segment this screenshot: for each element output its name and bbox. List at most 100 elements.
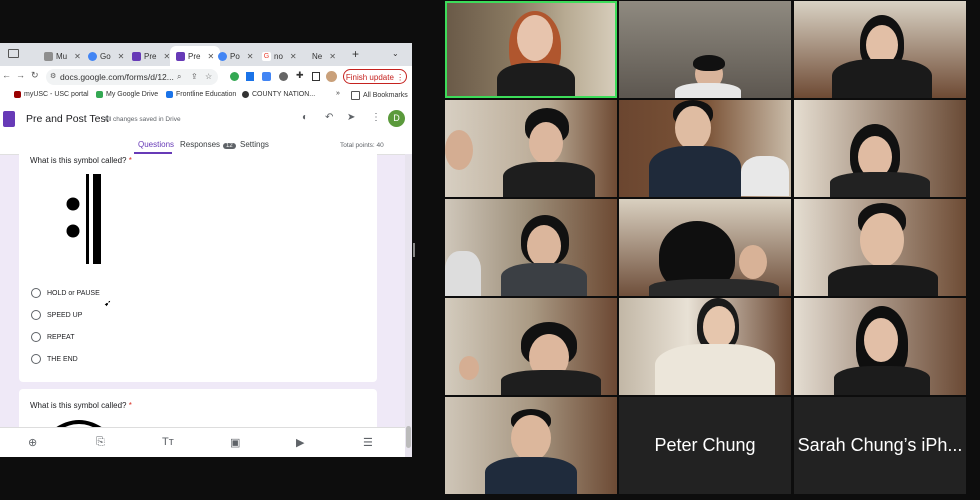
close-icon[interactable]: ✕ — [290, 52, 297, 61]
browser-tab-4-active[interactable]: Pre ✕ — [170, 46, 221, 66]
question-title[interactable]: What is this symbol called? * — [30, 401, 132, 410]
video-tile-student[interactable] — [445, 397, 617, 494]
reload-icon[interactable]: ↻ — [31, 70, 39, 81]
address-bar[interactable]: ⚙ docs.google.com/forms/d/12... ⌕ ⇪ ☆ — [46, 69, 218, 85]
video-tile-student[interactable] — [445, 100, 617, 197]
participant-name: Sarah Chung’s iPh... — [797, 435, 963, 455]
video-tile-student[interactable] — [794, 1, 966, 98]
bookmark-label: myUSC - USC portal — [24, 91, 89, 98]
bookmark-frontline[interactable]: Frontline Education — [166, 91, 236, 98]
extension-icon[interactable] — [246, 72, 254, 81]
sidebar-icon[interactable] — [312, 72, 320, 81]
search-icon[interactable]: ⌕ — [177, 69, 181, 85]
tab-label: Po — [230, 51, 240, 61]
add-title-icon[interactable]: Tт — [162, 436, 174, 448]
undo-icon[interactable]: ↶ — [325, 112, 333, 123]
google-forms-icon[interactable] — [3, 111, 15, 127]
video-tile-student[interactable] — [445, 199, 617, 296]
form-title[interactable]: Pre and Post Test — [26, 113, 109, 125]
close-icon[interactable]: ✕ — [247, 52, 254, 61]
bookmarks-more[interactable]: » — [336, 90, 340, 97]
split-divider-handle[interactable] — [413, 243, 415, 257]
video-tile-student[interactable] — [794, 298, 966, 395]
browser-tab-3[interactable]: Pre ✕ — [132, 46, 170, 66]
browser-tab-1[interactable]: Mu ✕ — [44, 46, 81, 66]
video-tile-sarah-chung[interactable]: Sarah Chung’s iPh... — [794, 397, 966, 494]
bookmark-county[interactable]: COUNTY NATION... — [242, 91, 315, 98]
browser-tab-7[interactable]: Ne ✕ — [312, 46, 336, 66]
back-icon[interactable]: ← — [2, 70, 11, 80]
video-tile-student[interactable] — [619, 298, 791, 395]
share-icon[interactable]: ⇪ — [191, 69, 198, 85]
bookmark-google-drive[interactable]: My Google Drive — [96, 91, 158, 98]
radio-button[interactable] — [31, 332, 41, 342]
extension-icon[interactable] — [262, 72, 271, 81]
all-bookmarks[interactable]: All Bookmarks — [351, 91, 408, 100]
tab-label: Pre — [188, 51, 201, 61]
shared-screen: Mu ✕ Go ✕ Pre ✕ Pre ✕ Po ✕ Gno ✕ Ne ✕ + ⌄ ← → ↻… — [0, 43, 412, 457]
meeting-window: { "browser": { "tabs": [ {"label": "Mu",… — [0, 0, 980, 500]
add-video-icon[interactable]: ▶ — [296, 436, 304, 449]
scrollbar-thumb[interactable] — [406, 426, 411, 448]
responses-count-badge: 12 — [223, 143, 236, 149]
close-icon[interactable]: ✕ — [118, 52, 125, 61]
video-tile-student[interactable] — [794, 100, 966, 197]
video-tile-student[interactable] — [619, 1, 791, 98]
puzzle-icon[interactable]: ✚ — [296, 70, 304, 81]
extension-icon[interactable] — [279, 72, 288, 81]
chevron-down-icon[interactable]: ⌄ — [392, 49, 399, 58]
radio-button[interactable] — [31, 354, 41, 364]
video-tile-student[interactable] — [794, 199, 966, 296]
add-question-icon[interactable]: ⊕ — [28, 436, 37, 449]
forward-icon[interactable]: → — [16, 70, 25, 80]
window-icon — [8, 49, 19, 58]
question-title[interactable]: What is this symbol called? * — [30, 156, 132, 165]
option-hold-pause[interactable]: HOLD or PAUSE — [31, 288, 100, 298]
option-the-end[interactable]: THE END — [31, 354, 78, 364]
new-tab-button[interactable]: + — [352, 47, 359, 61]
star-icon[interactable]: ☆ — [205, 69, 212, 85]
browser-toolbar: ← → ↻ ⚙ docs.google.com/forms/d/12... ⌕ … — [0, 66, 412, 88]
browser-tab-bar: Mu ✕ Go ✕ Pre ✕ Pre ✕ Po ✕ Gno ✕ Ne ✕ + ⌄ — [0, 43, 412, 66]
close-icon[interactable]: ✕ — [329, 52, 336, 61]
browser-tab-6[interactable]: Gno ✕ — [262, 46, 297, 66]
finish-update-label: Finish update — [345, 73, 394, 82]
avatar[interactable]: D — [388, 110, 405, 127]
required-mark: * — [128, 156, 132, 165]
bookmark-myusc[interactable]: myUSC - USC portal — [14, 91, 89, 98]
browser-tab-5[interactable]: Po ✕ — [218, 46, 254, 66]
bookmark-label: Frontline Education — [176, 91, 237, 98]
more-vert-icon[interactable]: ⋮ — [371, 112, 381, 123]
browser-tab-2[interactable]: Go ✕ — [88, 46, 124, 66]
tab-favicon-icon — [176, 51, 185, 61]
finish-update-button[interactable]: Finish update ⋮ — [343, 69, 407, 84]
add-section-icon[interactable]: ☰ — [363, 436, 373, 449]
extension-icon[interactable] — [230, 72, 239, 81]
close-icon[interactable]: ✕ — [207, 52, 214, 61]
option-speed-up[interactable]: SPEED UP — [31, 310, 82, 320]
site-info-icon: ⚙ — [50, 73, 57, 80]
video-tile-peter-chung[interactable]: Peter Chung — [619, 397, 791, 494]
video-tile-student[interactable] — [619, 100, 791, 197]
radio-button[interactable] — [31, 288, 41, 298]
import-questions-icon[interactable]: ⎘ — [96, 436, 105, 449]
close-icon[interactable]: ✕ — [74, 52, 81, 61]
scrollbar-track[interactable] — [405, 154, 412, 457]
tab-responses[interactable]: Responses 12 — [180, 140, 236, 149]
option-repeat[interactable]: REPEAT — [31, 332, 75, 342]
radio-button[interactable] — [31, 310, 41, 320]
palette-icon[interactable]: ◐ — [302, 112, 308, 123]
video-tile-host[interactable] — [445, 1, 617, 98]
send-icon[interactable]: ➤ — [347, 112, 355, 123]
question-card-1[interactable]: What is this symbol called? * HOLD or PA… — [19, 154, 377, 382]
video-tile-student[interactable] — [619, 199, 791, 296]
add-image-icon[interactable]: ▣ — [230, 436, 240, 449]
tab-questions[interactable]: Questions — [138, 140, 174, 149]
tab-label: Mu — [56, 51, 68, 61]
profile-avatar[interactable] — [326, 71, 337, 82]
tab-favicon-icon — [88, 51, 97, 61]
video-tile-student[interactable] — [445, 298, 617, 395]
tab-label: no — [274, 51, 283, 61]
option-label: REPEAT — [47, 333, 75, 341]
tab-settings[interactable]: Settings — [240, 140, 269, 149]
